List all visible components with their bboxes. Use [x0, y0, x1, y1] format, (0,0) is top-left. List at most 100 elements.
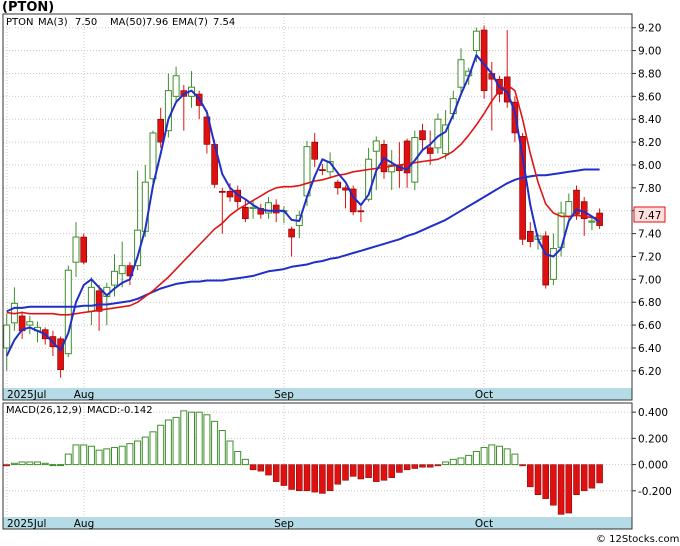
macd-bar-negative: [580, 464, 588, 492]
macd-bar-positive: [188, 411, 195, 466]
candle-body-up: [457, 59, 465, 88]
macd-bar-negative: [357, 464, 365, 480]
macd-bar-negative: [272, 464, 280, 482]
macd-bar-negative: [349, 464, 357, 477]
macd-x-tick-label: Sep: [274, 518, 294, 530]
macd-bar-negative: [303, 464, 311, 492]
macd-bar-positive: [111, 447, 118, 466]
macd-bar-negative: [257, 464, 265, 472]
candle-body-down: [311, 141, 319, 160]
macd-bar-positive: [218, 430, 226, 466]
macd-bar-negative: [396, 464, 403, 473]
macd-bar-negative: [534, 464, 542, 495]
macd-bar-positive: [87, 445, 95, 466]
candle-body-up: [3, 324, 11, 349]
macd-y-tick-label: 0.000: [638, 460, 668, 472]
macd-bar-positive: [234, 450, 242, 466]
macd-bar-positive: [496, 445, 503, 466]
candle-body-down: [426, 147, 434, 154]
macd-y-tick-label: 0.200: [638, 433, 668, 445]
macd-bar-positive: [64, 453, 72, 466]
price-y-tick-label: 6.40: [638, 343, 661, 355]
price-legend: PTON MA(3) 7.50 MA(50) 7.96 EMA(7) 7.54: [6, 17, 235, 28]
macd-y-tick-label: -0.200: [638, 486, 672, 498]
candle-body-down: [334, 181, 342, 189]
macd-bar-negative: [265, 464, 272, 476]
price-y-tick-label: 8.40: [638, 114, 661, 126]
candle-body-up: [249, 206, 257, 209]
candle-body-up: [118, 265, 126, 275]
candle-body-up: [565, 201, 573, 217]
candle-body-down: [157, 118, 164, 143]
candle-body-up: [64, 269, 72, 355]
chart-title: (PTON): [2, 0, 54, 15]
macd-bar-positive: [141, 436, 149, 466]
legend-ma50-label: MA(50): [110, 17, 146, 28]
macd-bar-negative: [411, 464, 419, 469]
price-y-tick-label: 6.60: [638, 320, 661, 332]
macd-bar-negative: [311, 464, 318, 493]
last-price-tag: 7.47: [633, 206, 666, 223]
macd-x-axis-band: [3, 517, 632, 529]
macd-bar-positive: [226, 440, 234, 466]
macd-bar-negative: [342, 464, 349, 481]
price-y-tick-label: 7.40: [638, 229, 661, 241]
candle-body-up: [111, 270, 118, 286]
macd-bar-negative: [3, 464, 10, 467]
macd-legend-label: MACD(26,12,9): [6, 405, 82, 416]
macd-bar-positive: [10, 462, 18, 466]
macd-bar-positive: [149, 431, 157, 466]
price-x-tick-label: Oct: [475, 389, 493, 401]
macd-bar-negative: [426, 464, 434, 468]
macd-bar-negative: [596, 464, 603, 484]
macd-bar-negative: [434, 464, 442, 467]
legend-ma3-label: MA(3): [38, 17, 68, 28]
macd-bar-positive: [118, 445, 126, 466]
legend-ma50-value: 7.96: [146, 17, 168, 28]
macd-bar-negative: [403, 464, 411, 471]
macd-bar-positive: [126, 443, 134, 466]
macd-bar-negative: [296, 464, 303, 492]
macd-x-tick-label: Oct: [475, 518, 493, 530]
macd-bar-positive: [488, 444, 496, 466]
macd-bar-negative: [249, 464, 257, 471]
macd-bar-positive: [449, 458, 457, 466]
macd-bar-positive: [241, 458, 249, 466]
candle-body-down: [357, 210, 365, 213]
candle-body-up: [72, 236, 80, 263]
macd-bar-positive: [26, 461, 34, 466]
candle-body-down: [226, 190, 234, 198]
price-x-tick-label: Sep: [274, 389, 294, 401]
price-y-tick-label: 7.20: [638, 251, 661, 263]
candle-body-down: [319, 169, 326, 171]
macd-bar-positive: [134, 440, 142, 466]
macd-bar-positive: [203, 414, 211, 466]
candle-body-up: [149, 132, 157, 180]
macd-bar-negative: [550, 464, 557, 506]
macd-bar-positive: [103, 448, 111, 466]
macd-bar-positive: [164, 419, 172, 466]
macd-bar-positive: [503, 448, 511, 466]
candle-body-up: [87, 286, 95, 312]
macd-bar-positive: [511, 453, 519, 466]
macd-x-tick-label: Aug: [74, 518, 95, 530]
price-y-tick-label: 8.80: [638, 68, 661, 80]
candle-body-down: [288, 228, 295, 238]
macd-bar-negative: [334, 464, 342, 485]
macd-bar-negative: [388, 464, 395, 478]
candle-body-up: [303, 146, 311, 197]
stock-chart: 6.206.406.606.807.007.207.407.607.808.00…: [0, 0, 680, 546]
legend-ticker: PTON: [6, 17, 34, 28]
macd-bar-positive: [57, 464, 65, 467]
legend-ma3-value: 7.50: [75, 17, 97, 28]
price-y-tick-label: 7.00: [638, 274, 661, 286]
price-y-tick-label: 8.20: [638, 137, 661, 149]
macd-bar-positive: [472, 450, 480, 466]
macd-bar-negative: [542, 464, 549, 499]
candle-body-up: [26, 321, 34, 326]
price-y-tick-label: 9.20: [638, 23, 661, 35]
site-credit: © 12Stocks.com: [596, 534, 679, 545]
candle-body-up: [472, 30, 480, 52]
macd-bar-negative: [573, 464, 580, 495]
macd-bar-positive: [41, 462, 49, 466]
